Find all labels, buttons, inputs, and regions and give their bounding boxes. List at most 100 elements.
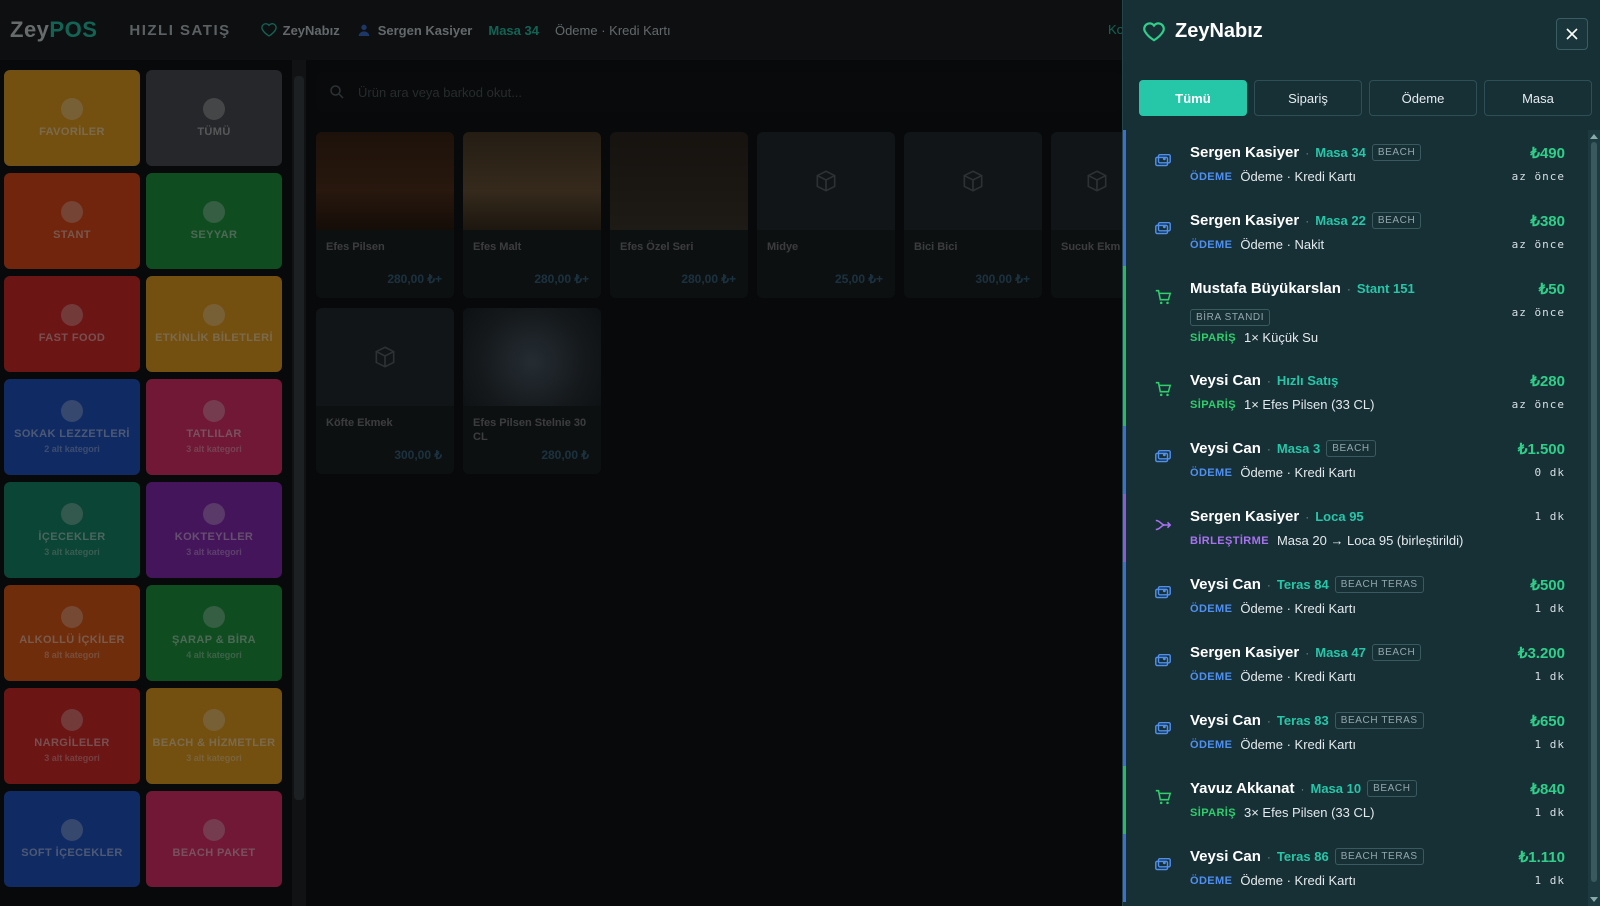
box-icon [203,201,225,223]
category-tile[interactable]: FAVORİLER [4,70,140,166]
product-price: 280,00 ₺+ [681,272,736,286]
activity-time: az önce [1511,398,1565,411]
tab-filter[interactable]: Masa [1484,80,1592,116]
product-card[interactable]: Bici Bici 300,00 ₺+ [904,132,1042,298]
product-name: Efes Pilsen [326,241,385,253]
category-tile[interactable]: SOKAK LEZZETLERİ 2 alt kategori [4,379,140,475]
category-tile[interactable]: ALKOLLÜ İÇKİLER 8 alt kategori [4,585,140,681]
activity-user: Veysi Can [1190,372,1261,389]
product-card[interactable]: Efes Pilsen Stelnie 30 CL 280,00 ₺ [463,308,601,474]
activity-item[interactable]: Sergen Kasiyer · Masa 34 BEACH ÖDEME Ödeme · … [1123,130,1589,198]
activity-header: Veysi Can · Teras 83 BEACH TERAS [1190,712,1424,729]
category-tile[interactable]: SOFT İÇECEKLER [4,791,140,887]
product-card[interactable]: Efes Malt 280,00 ₺+ [463,132,601,298]
category-tile[interactable]: SEYYAR [146,173,282,269]
activity-description: 3× Efes Pilsen (33 CL) [1244,805,1375,820]
area-badge: BEACH TERAS [1334,712,1424,729]
category-subcount: 3 alt kategori [186,547,242,557]
search-icon [330,85,344,99]
scroll-down-icon[interactable] [1589,896,1599,904]
tab-filter[interactable]: Ödeme [1369,80,1477,116]
category-label: ETKİNLİK BİLETLERİ [155,332,273,344]
activity-type: ÖDEME [1190,670,1233,683]
feed-scrollbar[interactable] [1588,130,1600,906]
activity-item[interactable]: Yavuz Akkanat · Masa 10 BEACH SİPARİŞ 3× Efes… [1123,766,1589,834]
category-subcount: 2 alt kategori [44,444,100,454]
activity-header: Veysi Can · Teras 86 BEACH TERAS [1190,848,1424,865]
separator-dot: · [1266,441,1271,456]
product-card[interactable]: Efes Pilsen 280,00 ₺+ [316,132,454,298]
product-search[interactable] [316,72,1122,112]
activity-detail: ÖDEME Ödeme · Kredi Kartı [1190,465,1356,480]
activity-item[interactable]: Sergen Kasiyer · Masa 47 BEACH ÖDEME Ödeme · … [1123,630,1589,698]
separator-dot: · [1305,145,1310,160]
category-subcount: 3 alt kategori [186,753,242,763]
activity-item[interactable]: Veysi Can · Teras 86 BEACH TERAS ÖDEME Ödeme … [1123,834,1589,902]
activity-user: Veysi Can [1190,576,1261,593]
category-tile[interactable]: TÜMÜ [146,70,282,166]
activity-item[interactable]: Veysi Can · Teras 84 BEACH TERAS ÖDEME Ödeme … [1123,562,1589,630]
wine-icon [203,606,225,628]
separator-dot: · [1305,213,1310,228]
payment-crumb[interactable]: Ödeme · Kredi Kartı [555,23,671,38]
close-button[interactable] [1556,18,1588,50]
activity-item[interactable]: Veysi Can · Hızlı Satış SİPARİŞ 1× Efes Pils… [1123,358,1589,426]
category-tile[interactable]: BEACH PAKET [146,791,282,887]
activity-amount: ₺380 [1530,213,1565,230]
table-crumb[interactable]: Masa 34 [488,23,539,38]
product-price: 300,00 ₺+ [975,272,1030,286]
close-icon [1566,28,1578,40]
search-input[interactable] [358,84,858,100]
branch-crumb[interactable]: ZeyNabız [260,22,340,38]
category-tile[interactable]: ŞARAP & BİRA 4 alt kategori [146,585,282,681]
activity-header: Mustafa Büyükarslan · Stant 151 [1190,280,1415,297]
product-price: 280,00 ₺ [541,448,589,462]
branch-name: ZeyNabız [282,22,340,38]
cashier-crumb[interactable]: Sergen Kasiyer [356,22,472,38]
meat-icon [61,400,83,422]
payment-icon [1154,584,1172,602]
cup-icon [61,819,83,841]
activity-item[interactable]: Veysi Can · Masa 3 BEACH ÖDEME Ödeme · Kredi … [1123,426,1589,494]
separator-dot: · [1266,577,1271,592]
activity-detail: SİPARİŞ 1× Efes Pilsen (33 CL) [1190,397,1374,412]
scroll-up-icon[interactable] [1589,132,1599,140]
tab-filter[interactable]: Tümü [1139,80,1247,116]
stand-badge-wrap: BİRA STANDI [1190,307,1271,326]
category-tile[interactable]: KOKTEYLLER 3 alt kategori [146,482,282,578]
activity-time: 1 dk [1534,602,1565,615]
category-tile[interactable]: NARGİLELER 3 alt kategori [4,688,140,784]
category-tile[interactable]: İÇECEKLER 3 alt kategori [4,482,140,578]
area-badge: BEACH [1371,212,1422,229]
separator-dot: · [1266,373,1271,388]
activity-user: Sergen Kasiyer [1190,144,1300,161]
separator-dot: · [1305,509,1310,524]
activity-user: Sergen Kasiyer [1190,508,1300,525]
category-tile[interactable]: STANT [4,173,140,269]
activity-header: Veysi Can · Hızlı Satış [1190,372,1338,389]
activity-item[interactable]: Veysi Can · Teras 83 BEACH TERAS ÖDEME Ödeme … [1123,698,1589,766]
activity-description: Masa 20 → Loca 95 (birleştirildi) [1276,533,1464,548]
feed-scroll-thumb[interactable] [1591,142,1597,882]
product-card[interactable]: Efes Özel Seri 280,00 ₺+ [610,132,748,298]
activity-item[interactable]: Sergen Kasiyer · Loca 95 BİRLEŞTİRME Masa 20… [1123,494,1589,562]
category-tile[interactable]: TATLILAR 3 alt kategori [146,379,282,475]
activity-type: ÖDEME [1190,238,1233,251]
activity-amount: ₺1.500 [1517,441,1565,458]
activity-description: 1× Efes Pilsen (33 CL) [1244,397,1375,412]
activity-user: Sergen Kasiyer [1190,644,1300,661]
category-tile[interactable]: BEACH & HİZMETLER 3 alt kategori [146,688,282,784]
tab-filter[interactable]: Sipariş [1254,80,1362,116]
product-card[interactable]: Köfte Ekmek 300,00 ₺ [316,308,454,474]
activity-type: SİPARİŞ [1190,398,1236,411]
activity-item[interactable]: Mustafa Büyükarslan · Stant 151 BİRA STANDI… [1123,266,1589,358]
activity-item[interactable]: Sergen Kasiyer · Masa 22 BEACH ÖDEME Ödeme · … [1123,198,1589,266]
cake-icon [203,400,225,422]
separator-dot: · [1266,713,1271,728]
category-scroll-thumb[interactable] [294,76,304,800]
category-tile[interactable]: ETKİNLİK BİLETLERİ [146,276,282,372]
merge-icon [1154,516,1172,534]
category-tile[interactable]: FAST FOOD [4,276,140,372]
top-bar: ZeyPOS HIZLI SATIŞ ZeyNabız Sergen Kasiy… [0,0,1124,60]
product-card[interactable]: Midye 25,00 ₺+ [757,132,895,298]
